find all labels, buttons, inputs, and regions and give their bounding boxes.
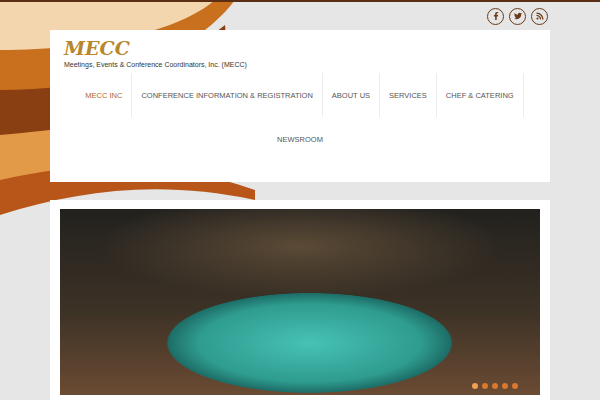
slider-dot[interactable] <box>482 383 488 389</box>
nav-item[interactable]: ABOUT US <box>323 73 380 117</box>
page: MECC Meetings, Events & Conference Coordi… <box>0 0 600 400</box>
slide-photo <box>60 209 540 395</box>
nav-item[interactable]: SERVICES <box>380 73 437 117</box>
header: MECC Meetings, Events & Conference Coordi… <box>50 30 550 182</box>
slider-dot[interactable] <box>512 383 518 389</box>
nav-item[interactable]: MECC INC <box>76 73 132 117</box>
main-nav: MECC INCCONFERENCE INFORMATION & REGISTR… <box>50 69 550 161</box>
nav-item[interactable]: CHEF & CATERING <box>437 73 524 117</box>
slider-dot[interactable] <box>492 383 498 389</box>
slider <box>50 200 550 400</box>
logo[interactable]: MECC <box>64 38 536 59</box>
brand[interactable]: MECC Meetings, Events & Conference Coordi… <box>50 30 550 69</box>
nav-item[interactable]: NEWSROOM <box>268 117 332 161</box>
twitter-icon[interactable] <box>509 8 526 25</box>
tagline: Meetings, Events & Conference Coordinato… <box>64 61 536 69</box>
top-line <box>0 0 600 2</box>
social-bar <box>0 2 600 30</box>
slider-dot[interactable] <box>472 383 478 389</box>
rss-icon[interactable] <box>531 8 548 25</box>
facebook-icon[interactable] <box>487 8 504 25</box>
slider-dots <box>472 383 518 389</box>
nav-item[interactable]: CONFERENCE INFORMATION & REGISTRATION <box>132 73 322 117</box>
slider-dot[interactable] <box>502 383 508 389</box>
